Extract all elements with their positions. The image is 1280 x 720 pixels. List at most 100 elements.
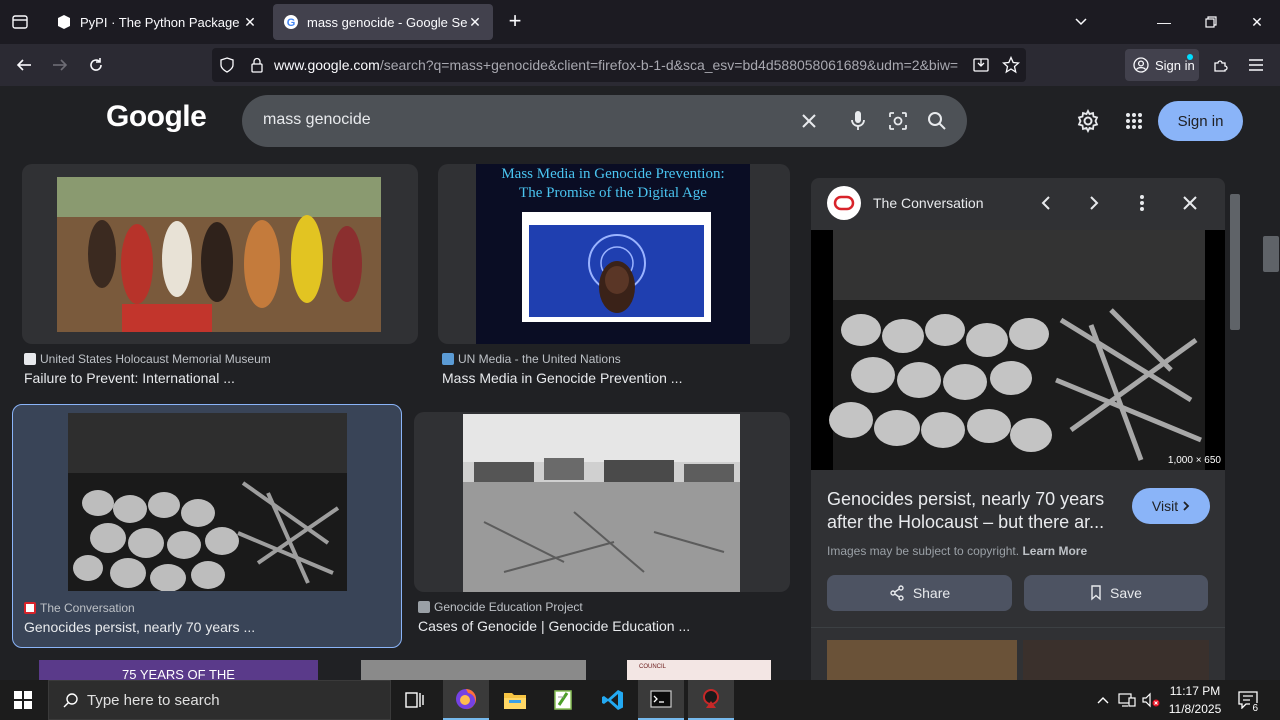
google-favicon-icon: G [283,14,299,30]
new-tab-icon[interactable]: + [503,10,527,34]
notepad-plus-plus-icon[interactable] [540,680,586,720]
system-clock[interactable]: 11:17 PM 11/8/2025 [1162,682,1228,718]
camera-lens-icon[interactable] [886,109,910,133]
tab-overflow-chevron-icon[interactable] [1058,0,1104,44]
next-chevron-icon[interactable] [1081,190,1107,216]
close-tab-icon[interactable]: ✕ [467,14,483,31]
tab-title: mass genocide - Google Search [307,14,467,30]
lock-icon[interactable] [242,57,272,73]
share-button[interactable]: Share [827,575,1012,611]
image-result[interactable]: Mass Media in Genocide Prevention: The P… [438,164,790,394]
search-box[interactable]: mass genocide [242,95,967,147]
notification-count-badge: 6 [1250,703,1260,714]
search-input[interactable]: mass genocide [263,111,371,129]
result-thumbnail[interactable]: Mass Media in Genocide Prevention: The P… [438,164,790,344]
microphone-icon[interactable] [846,109,870,133]
save-label: Save [1110,585,1142,601]
panel-site-name[interactable]: The Conversation [873,195,984,211]
close-window-icon[interactable]: ✕ [1234,0,1280,44]
hamburger-menu-icon[interactable] [1242,51,1270,79]
un-media-graphic: Mass Media in Genocide Prevention: The P… [476,164,750,344]
image-result[interactable]: Genocide Education Project Cases of Geno… [414,412,790,642]
show-hidden-icons-chevron-icon[interactable] [1094,680,1112,720]
restore-icon[interactable] [1188,0,1234,44]
minimize-icon[interactable]: — [1141,0,1187,44]
partial-result-thumbnail[interactable] [361,660,586,680]
previous-chevron-icon[interactable] [1033,190,1059,216]
terminal-icon[interactable] [638,680,684,720]
panel-divider [811,627,1225,628]
chevron-right-icon [1182,500,1190,512]
save-button[interactable]: Save [1024,575,1208,611]
firefox-taskbar-icon[interactable] [443,680,489,720]
notifications-icon[interactable]: 6 [1232,680,1264,720]
clear-search-icon[interactable] [797,109,821,133]
result-title[interactable]: Failure to Prevent: International ... [24,370,235,386]
panel-scrollbar[interactable] [1228,178,1242,658]
browser-nav-bar: www.google.com/search?q=mass+genocide&cl… [0,44,1280,86]
tab-google-search[interactable]: G mass genocide - Google Search ✕ [273,4,493,40]
settings-gear-icon[interactable] [1075,108,1101,134]
bookmark-icon [1090,585,1102,601]
conversation-logo-icon [827,186,861,220]
clock-time: 11:17 PM [1169,684,1221,698]
close-tab-icon[interactable]: ✕ [242,14,258,31]
more-options-icon[interactable] [1129,190,1155,216]
taskbar-search-box[interactable]: Type here to search [48,680,391,720]
search-icon[interactable] [925,109,949,133]
page-scroll-thumb[interactable] [1263,236,1279,272]
windows-start-icon[interactable] [0,680,46,720]
result-title[interactable]: Genocides persist, nearly 70 years ... [24,619,255,635]
skulls-thumbnail[interactable] [68,413,347,591]
partial-result-thumbnail[interactable]: COUNCIL [627,660,771,680]
clock-date: 11/8/2025 [1168,702,1222,716]
preview-image[interactable]: 1,000 × 650 [811,230,1225,470]
google-logo[interactable]: Google [106,100,207,134]
back-arrow-icon[interactable] [10,51,38,79]
result-source: UN Media - the United Nations [442,352,621,366]
extensions-icon[interactable] [1206,51,1234,79]
save-to-pocket-icon[interactable] [966,56,996,74]
bookmark-star-icon[interactable] [996,56,1026,74]
tab-list-icon[interactable] [8,10,32,34]
file-explorer-icon[interactable] [492,680,538,720]
result-source: Genocide Education Project [418,600,583,614]
tab-pypi[interactable]: PyPI · The Python Package Index ✕ [46,4,268,40]
panel-scroll-thumb[interactable] [1230,194,1240,330]
apps-grid-icon[interactable] [1121,108,1147,134]
firefox-account-button[interactable]: Sign in [1125,49,1199,81]
red-app-taskbar-icon[interactable] [688,680,734,720]
result-thumbnail[interactable] [22,164,418,344]
page-scrollbar[interactable] [1264,86,1280,680]
reload-icon[interactable] [82,51,110,79]
google-signin-button[interactable]: Sign in [1158,101,1243,141]
partial-result-thumbnail[interactable]: 75 YEARS OF THE [39,660,318,680]
volume-muted-icon[interactable] [1140,680,1162,720]
tracking-shield-icon[interactable] [212,57,242,73]
image-result[interactable]: United States Holocaust Memorial Museum … [22,164,418,394]
visit-button[interactable]: Visit [1132,488,1210,524]
svg-text:G: G [287,17,296,29]
screen: PyPI · The Python Package Index ✕ G mass… [0,0,1280,720]
task-view-icon[interactable] [392,680,438,720]
related-image-thumbnail[interactable] [1023,640,1209,680]
close-panel-icon[interactable] [1177,190,1203,216]
result-thumbnail[interactable] [414,412,790,592]
url-text: www.google.com/search?q=mass+genocide&cl… [274,57,959,73]
forward-arrow-icon[interactable] [46,51,74,79]
learn-more-link[interactable]: Learn More [1022,544,1087,558]
image-result-selected[interactable]: The Conversation Genocides persist, near… [12,404,402,648]
copyright-notice: Images may be subject to copyright. Lear… [827,544,1088,558]
vscode-icon[interactable] [590,680,636,720]
related-image-thumbnail[interactable] [827,640,1017,680]
share-label: Share [912,585,951,601]
result-title[interactable]: Mass Media in Genocide Prevention ... [442,370,682,386]
video-frame [522,212,711,322]
result-title[interactable]: Cases of Genocide | Genocide Education .… [418,618,690,634]
village-ruins-photo [463,414,740,592]
address-bar[interactable]: www.google.com/search?q=mass+genocide&cl… [212,48,1026,82]
network-icon[interactable] [1116,680,1138,720]
panel-title[interactable]: Genocides persist, nearly 70 years after… [827,488,1117,534]
un-favicon-icon [442,353,454,365]
image-dimensions: 1,000 × 650 [1167,455,1221,466]
